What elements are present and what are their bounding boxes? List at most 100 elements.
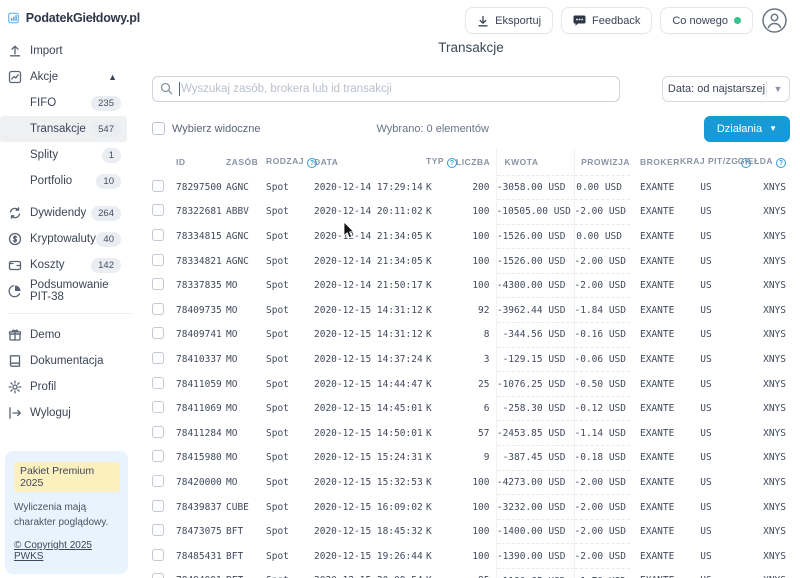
row-checkbox[interactable] [152, 327, 164, 339]
row-checkbox[interactable] [152, 278, 164, 290]
whats-new-button[interactable]: Co nowego [660, 7, 753, 34]
col-header-broker[interactable]: BROKER [630, 148, 680, 175]
cell-id: 78334815 [176, 224, 226, 249]
select-visible-checkbox[interactable] [152, 122, 165, 135]
row-checkbox[interactable] [152, 500, 164, 512]
col-header-zasob[interactable]: ZASÓB [226, 148, 266, 175]
row-checkbox[interactable] [152, 573, 164, 578]
row-checkbox[interactable] [152, 524, 164, 536]
app-window: PodatekGiełdowy.pl Import Akcje ▲ FIFO 2… [0, 0, 800, 578]
row-checkbox[interactable] [152, 377, 164, 389]
cell-kwota: -1076.25 USD [496, 372, 574, 397]
cell-gielda: XNYS [732, 224, 790, 249]
sidebar-item-fifo[interactable]: FIFO 235 [0, 90, 127, 116]
cell-gielda: XNYS [732, 273, 790, 298]
col-header-gielda[interactable]: GIEŁDA? [732, 148, 790, 175]
cell-kwota: -2453.85 USD [496, 421, 574, 446]
col-header-typ[interactable]: TYP? [426, 148, 456, 175]
col-header-id[interactable]: ID [176, 148, 226, 175]
row-checkbox[interactable] [152, 426, 164, 438]
cell-gielda: XNYS [732, 249, 790, 274]
table-row: 78322681 ABBV Spot 2020-12-14 20:11:02 K… [152, 200, 790, 225]
cell-liczba: 100 [456, 249, 496, 274]
user-avatar-icon[interactable] [761, 7, 788, 34]
sidebar-item-label: Podsumowanie PIT-38 [30, 279, 127, 303]
row-checkbox[interactable] [152, 204, 164, 216]
sidebar-item-import[interactable]: Import [0, 38, 127, 64]
sidebar-item-demo[interactable]: Demo [0, 322, 127, 348]
row-checkbox[interactable] [152, 352, 164, 364]
sidebar-item-profil[interactable]: Profil [0, 374, 127, 400]
cell-prowizja: -1.70 USD [574, 569, 630, 578]
table-row: 78494991 BFT Spot 2020-12-15 20:09:54 K … [152, 569, 790, 578]
sidebar-item-portfolio[interactable]: Portfolio 10 [0, 168, 127, 194]
search-input[interactable] [152, 76, 620, 102]
table-row: 78337835 MO Spot 2020-12-14 21:50:17 K 1… [152, 273, 790, 298]
row-checkbox-cell [152, 372, 176, 397]
cell-liczba: 57 [456, 421, 496, 446]
col-header-data[interactable]: DATA [314, 148, 426, 175]
sidebar-item-akcje[interactable]: Akcje ▲ [0, 64, 127, 90]
row-checkbox[interactable] [152, 450, 164, 462]
sidebar-item-dokumentacja[interactable]: Dokumentacja [0, 348, 127, 374]
table-row: 78411284 MO Spot 2020-12-15 14:50:01 K 5… [152, 421, 790, 446]
sync-arrows-icon [8, 206, 22, 220]
sidebar-item-kryptowaluty[interactable]: Kryptowaluty 40 [0, 226, 127, 252]
cell-data: 2020-12-15 14:50:01 [314, 421, 426, 446]
cell-kwota: -1180.65 USD [496, 569, 574, 578]
export-button[interactable]: Eksportuj [465, 7, 553, 34]
cell-kwota: -1526.00 USD [496, 224, 574, 249]
cell-prowizja: -0.06 USD [574, 347, 630, 372]
cell-id: 78411069 [176, 396, 226, 421]
row-checkbox[interactable] [152, 549, 164, 561]
row-checkbox[interactable] [152, 401, 164, 413]
col-header-liczba[interactable]: LICZBA [456, 148, 496, 175]
sidebar-item-transakcje[interactable]: Transakcje 547 [0, 116, 127, 142]
cell-id: 78411284 [176, 421, 226, 446]
sidebar-item-dywidendy[interactable]: Dywidendy 264 [0, 200, 127, 226]
main-content: Transakcje Data: od najstarszej ▼ Wybier… [140, 0, 800, 578]
sidebar-item-splity[interactable]: Splity 1 [0, 142, 127, 168]
cell-gielda: XNYS [732, 495, 790, 520]
col-header-kraj-pitzg[interactable]: KRAJ PIT/ZG? [680, 148, 732, 175]
cell-typ: K [426, 470, 456, 495]
feedback-button[interactable]: Feedback [561, 7, 652, 34]
sidebar-item-label: Transakcje [30, 123, 86, 135]
cell-gielda: XNYS [732, 175, 790, 200]
cell-prowizja: -1.14 USD [574, 421, 630, 446]
export-label: Eksportuj [495, 15, 541, 27]
cell-prowizja: -2.00 USD [574, 544, 630, 569]
sidebar-item-koszty[interactable]: Koszty 142 [0, 252, 127, 278]
cell-zasob: AGNC [226, 249, 266, 274]
sidebar-item-wyloguj[interactable]: Wyloguj [0, 400, 127, 426]
col-header-kwota[interactable]: KWOTA [496, 148, 574, 175]
table-row: 78485431 BFT Spot 2020-12-15 19:26:44 K … [152, 544, 790, 569]
copyright-link[interactable]: © Copyright 2025 PWKS [14, 540, 120, 562]
info-icon[interactable]: ? [776, 158, 786, 168]
row-checkbox[interactable] [152, 180, 164, 192]
chevron-up-icon[interactable]: ▲ [108, 72, 117, 82]
row-checkbox[interactable] [152, 303, 164, 315]
row-checkbox[interactable] [152, 254, 164, 266]
cell-rodzaj: Spot [266, 200, 314, 225]
cell-id: 78322681 [176, 200, 226, 225]
row-checkbox[interactable] [152, 229, 164, 241]
cell-liczba: 200 [456, 175, 496, 200]
cell-liczba: 6 [456, 396, 496, 421]
sort-dropdown[interactable]: Data: od najstarszej ▼ [662, 76, 790, 102]
sidebar-item-label: Portfolio [30, 175, 72, 187]
table-row: 78411069 MO Spot 2020-12-15 14:45:01 K 6… [152, 396, 790, 421]
actions-button[interactable]: Działania ▼ [704, 116, 790, 142]
cell-prowizja: -2.00 USD [574, 519, 630, 544]
cell-broker: EXANTE [630, 495, 680, 520]
sidebar-item-podsumowanie-pit38[interactable]: Podsumowanie PIT-38 [0, 278, 127, 304]
col-header-rodzaj[interactable]: RODZAJ? [266, 148, 314, 175]
cell-zasob: MO [226, 446, 266, 471]
cell-kwota: -258.30 USD [496, 396, 574, 421]
cell-data: 2020-12-15 14:31:12 [314, 298, 426, 323]
app-logo[interactable]: PodatekGiełdowy.pl [0, 0, 140, 38]
cell-zasob: CUBE [226, 495, 266, 520]
count-badge: 1 [102, 148, 121, 163]
col-header-prowizja[interactable]: PROWIZJA [574, 148, 630, 175]
row-checkbox[interactable] [152, 475, 164, 487]
